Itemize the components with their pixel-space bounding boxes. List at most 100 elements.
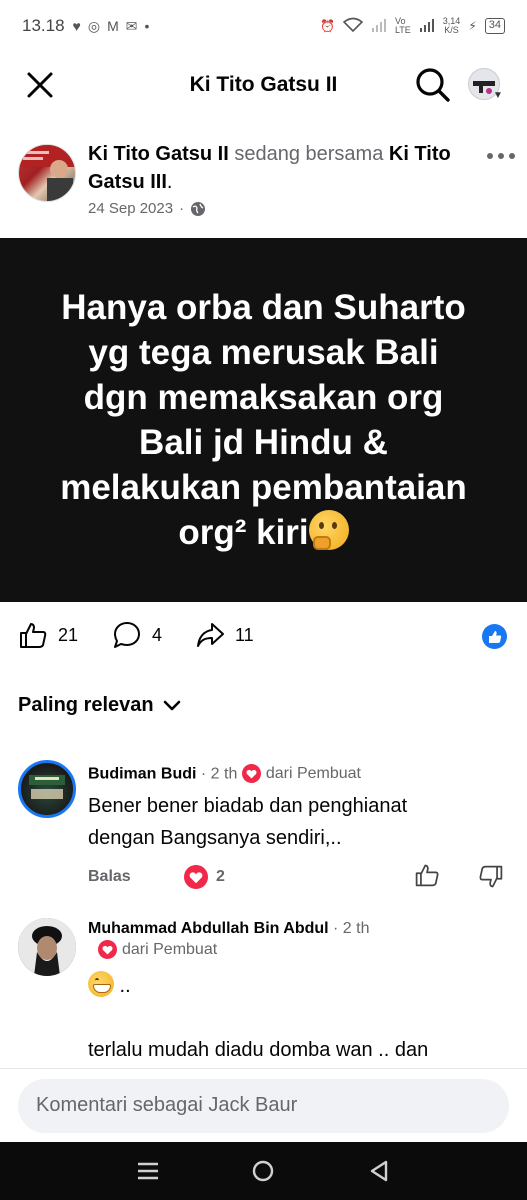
close-button[interactable] bbox=[24, 69, 56, 101]
image-text-line-last: org² kiri bbox=[29, 510, 499, 555]
comment-count: 4 bbox=[152, 624, 163, 645]
notification-icons: ♥ ◎ M ✉ • bbox=[73, 18, 150, 35]
grinning-face-emoji-icon bbox=[88, 971, 114, 997]
image-text-line: melakukan pembantaian bbox=[60, 468, 467, 507]
menu-lines-icon bbox=[137, 1162, 158, 1180]
more-notifications-dot: • bbox=[144, 18, 150, 34]
commenter-header: Muhammad Abdullah Bin Abdul · 2 th dari … bbox=[88, 920, 508, 960]
author-badge-label: dari Pembuat bbox=[122, 940, 218, 958]
post-date[interactable]: 24 Sep 2023 bbox=[88, 200, 173, 217]
status-time: 13.18 bbox=[22, 16, 65, 35]
comment-text: Bener bener biadab dan penghianat dengan… bbox=[88, 790, 508, 854]
like-reaction-badge[interactable] bbox=[482, 624, 507, 649]
with-text: sedang bersama bbox=[234, 143, 384, 165]
sort-label: Paling relevan bbox=[18, 694, 154, 716]
like-count: 21 bbox=[58, 624, 79, 645]
chevron-down-icon[interactable]: ▼ bbox=[493, 90, 503, 101]
battery-indicator: 34 bbox=[484, 18, 505, 34]
more-dot-icon bbox=[498, 153, 504, 159]
share-arrow-icon bbox=[197, 623, 224, 647]
author-reaction-badge: dari Pembuat bbox=[98, 940, 217, 959]
search-icon bbox=[416, 68, 450, 102]
app-header: Ki Tito Gatsu II ▼ bbox=[0, 56, 527, 116]
chevron-down-icon bbox=[163, 700, 180, 710]
heart-icon bbox=[98, 940, 117, 959]
comment-text-line: Bener bener biadab dan penghianat bbox=[88, 795, 408, 817]
image-text-line: dgn memaksakan org bbox=[83, 378, 444, 417]
author-line-period: . bbox=[166, 171, 173, 193]
commenter-avatar-image bbox=[18, 918, 76, 976]
thumbs-up-icon bbox=[20, 623, 47, 648]
comment-text-line: .. bbox=[88, 970, 508, 1002]
downvote-button[interactable] bbox=[478, 864, 504, 890]
home-button[interactable] bbox=[248, 1156, 278, 1186]
commenter-name[interactable]: Budiman Budi bbox=[88, 766, 196, 783]
image-text-line: yg tega merusak Bali bbox=[88, 333, 439, 372]
gmail-notification-icon: M bbox=[107, 18, 119, 34]
globe-icon bbox=[191, 201, 206, 216]
post-text-image[interactable]: Hanya orba dan Suharto yg tega merusak B… bbox=[0, 238, 527, 602]
author-avatar[interactable] bbox=[18, 144, 76, 202]
image-text-line: Bali jd Hindu & bbox=[139, 423, 388, 462]
search-button[interactable] bbox=[414, 66, 452, 104]
comment-bubble-icon bbox=[114, 622, 140, 648]
thumbs-down-icon bbox=[479, 865, 503, 888]
wifi-icon bbox=[342, 17, 364, 36]
more-dot-icon bbox=[509, 153, 515, 159]
post-header: Ki Tito Gatsu II sedang bersama Ki Tito … bbox=[18, 140, 518, 230]
post-image-text: Hanya orba dan Suharto yg tega merusak B… bbox=[29, 285, 499, 555]
net-speed: 3,14 K/S bbox=[442, 16, 461, 35]
comment-item: Muhammad Abdullah Bin Abdul · 2 th dari … bbox=[18, 918, 518, 1068]
post-actions: 21 4 11 bbox=[0, 614, 527, 658]
post-author-line: Ki Tito Gatsu II sedang bersama Ki Tito … bbox=[88, 140, 468, 196]
back-button[interactable] bbox=[364, 1156, 394, 1186]
comment-button[interactable]: 4 bbox=[112, 620, 162, 650]
whatsapp-notification-icon: ◎ bbox=[87, 17, 101, 34]
status-bar: 13.18 ♥ ◎ M ✉ • ⏰ Vo LTE 3,14 K/S ⚡ 34 bbox=[0, 0, 527, 52]
system-navigation-bar bbox=[0, 1142, 527, 1200]
comment-input[interactable]: Komentari sebagai Jack Baur bbox=[18, 1079, 509, 1133]
commenter-avatar-image bbox=[29, 775, 65, 799]
comment-text: .. terlalu mudah diadu domba wan .. dan bbox=[88, 970, 508, 1066]
author-badge-label: dari Pembuat bbox=[265, 764, 361, 782]
commenter-avatar[interactable] bbox=[18, 918, 76, 976]
commenter-name[interactable]: Muhammad Abdullah Bin Abdul bbox=[88, 920, 329, 937]
more-dot-icon bbox=[487, 153, 493, 159]
thumbs-up-icon bbox=[415, 864, 439, 887]
volte-icon: Vo LTE bbox=[394, 16, 411, 35]
reaction-count: 2 bbox=[216, 868, 225, 885]
comment-composer: Komentari sebagai Jack Baur bbox=[0, 1068, 527, 1142]
recent-apps-button[interactable] bbox=[133, 1156, 163, 1186]
share-button[interactable]: 11 bbox=[195, 620, 254, 650]
signal-icon bbox=[371, 18, 387, 35]
author-reaction-badge: dari Pembuat bbox=[241, 764, 361, 783]
thinking-face-emoji-icon bbox=[308, 510, 349, 550]
upvote-button[interactable] bbox=[414, 862, 440, 888]
comment-time[interactable]: · 2 th bbox=[201, 766, 237, 783]
commenter-avatar[interactable] bbox=[18, 760, 76, 818]
meta-separator: · bbox=[179, 200, 185, 217]
image-text-line: Hanya orba dan Suharto bbox=[61, 288, 466, 327]
charging-icon: ⚡ bbox=[468, 19, 477, 33]
love-reaction-icon bbox=[184, 865, 208, 889]
alarm-icon: ⏰ bbox=[319, 19, 335, 33]
heart-icon bbox=[241, 764, 261, 783]
heart-notification-icon: ♥ bbox=[72, 18, 81, 34]
more-options-button[interactable] bbox=[484, 144, 518, 168]
close-icon bbox=[27, 72, 53, 98]
comment-sort-dropdown[interactable]: Paling relevan bbox=[18, 694, 182, 717]
comment-reactions[interactable]: 2 bbox=[184, 865, 225, 889]
home-circle-icon bbox=[253, 1160, 274, 1182]
author-name-link[interactable]: Ki Tito Gatsu II bbox=[88, 143, 229, 165]
comment-time[interactable]: · 2 th bbox=[333, 920, 369, 937]
post-meta: 24 Sep 2023 · bbox=[88, 200, 206, 217]
mail-notification-icon: ✉ bbox=[125, 17, 138, 34]
back-triangle-icon bbox=[370, 1160, 388, 1182]
commenter-header: Budiman Budi · 2 th dari Pembuat bbox=[88, 764, 361, 784]
signal-icon-2 bbox=[419, 18, 435, 35]
reply-button[interactable]: Balas bbox=[88, 868, 131, 886]
like-reaction-icon bbox=[488, 630, 501, 643]
comment-item: Budiman Budi · 2 th dari Pembuat Bener b… bbox=[18, 760, 518, 900]
like-button[interactable]: 21 bbox=[18, 620, 78, 650]
comment-text-line: dengan Bangsanya sendiri,.. bbox=[88, 827, 342, 849]
